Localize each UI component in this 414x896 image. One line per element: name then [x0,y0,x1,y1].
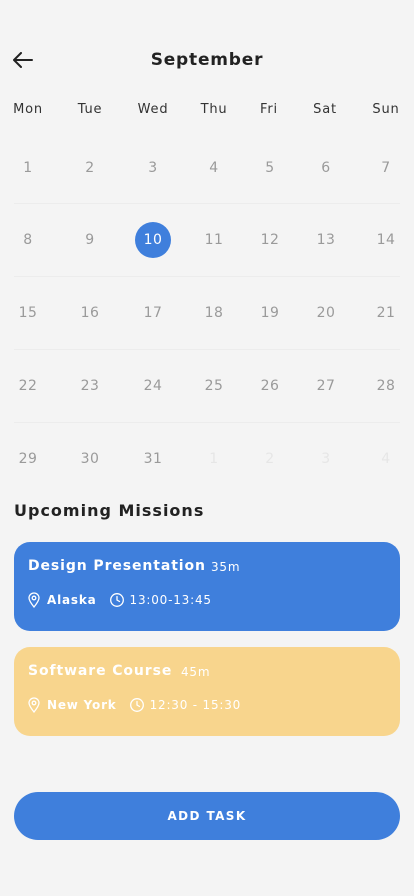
calendar-day[interactable]: 11 [194,222,234,258]
calendar-day: 2 [265,451,275,467]
calendar-day[interactable]: 15 [8,295,48,331]
calendar-day[interactable]: 8 [8,222,48,258]
calendar-day[interactable]: 27 [306,368,346,404]
calendar-day[interactable]: 16 [70,295,110,331]
calendar-day[interactable]: 29 [8,441,48,477]
calendar-day: 1 [209,451,219,467]
calendar-day[interactable]: 17 [133,295,173,331]
mission-card[interactable]: Design Presentation 35m Alaska 13:00-13:… [14,542,400,631]
calendar-day[interactable]: 19 [250,295,290,331]
calendar-day[interactable]: 23 [70,368,110,404]
calendar-day[interactable]: 6 [306,150,346,186]
calendar-day[interactable]: 30 [70,441,110,477]
section-title: Upcoming Missions [14,501,205,520]
row-divider [14,276,400,277]
weekday-thu: Thu [200,102,228,117]
mission-location: Alaska [47,593,97,607]
calendar-day: 4 [381,451,391,467]
calendar-day: 3 [321,451,331,467]
weekday-fri: Fri [260,102,278,117]
calendar-day[interactable]: 12 [250,222,290,258]
mission-time: 13:00-13:45 [129,593,212,607]
calendar-day[interactable]: 24 [133,368,173,404]
calendar-day[interactable]: 14 [366,222,406,258]
clock-icon [109,592,125,608]
calendar-day[interactable]: 3 [133,150,173,186]
mission-duration: 35m [211,560,241,574]
calendar-day[interactable]: 22 [8,368,48,404]
mission-card[interactable]: Software Course 45m New York 12:30 - 15:… [14,647,400,736]
mission-meta: Alaska 13:00-13:45 [26,592,212,608]
calendar-day[interactable]: 25 [194,368,234,404]
calendar-day[interactable]: 21 [366,295,406,331]
location-pin-icon [26,592,42,608]
calendar-day[interactable]: 2 [70,150,110,186]
weekday-wed: Wed [137,102,169,117]
mission-duration: 45m [181,665,211,679]
weekday-sun: Sun [372,102,400,117]
weekday-header: Mon Tue Wed Thu Fri Sat Sun [0,102,414,120]
calendar-day[interactable]: 26 [250,368,290,404]
calendar-day-selected[interactable]: 10 [135,222,171,258]
calendar-day[interactable]: 13 [306,222,346,258]
calendar-day[interactable]: 31 [133,441,173,477]
calendar-day[interactable]: 4 [194,150,234,186]
calendar-day[interactable]: 20 [306,295,346,331]
weekday-tue: Tue [77,102,103,117]
row-divider [14,203,400,204]
row-divider [14,349,400,350]
mission-time: 12:30 - 15:30 [149,698,242,712]
calendar-day[interactable]: 5 [250,150,290,186]
calendar-day[interactable]: 1 [8,150,48,186]
weekday-mon: Mon [13,102,43,117]
weekday-sat: Sat [313,102,337,117]
page-title: September [150,50,264,70]
calendar-day[interactable]: 18 [194,295,234,331]
calendar-day[interactable]: 7 [366,150,406,186]
location-pin-icon [26,697,42,713]
mission-title: Software Course [28,663,173,679]
mission-meta: New York 12:30 - 15:30 [26,697,241,713]
header: September [0,42,414,78]
mission-location: New York [47,698,117,712]
calendar-day[interactable]: 28 [366,368,406,404]
clock-icon [129,697,145,713]
mission-title: Design Presentation [28,558,206,574]
row-divider [14,422,400,423]
calendar-day[interactable]: 9 [70,222,110,258]
add-task-button[interactable]: ADD TASK [14,792,400,840]
